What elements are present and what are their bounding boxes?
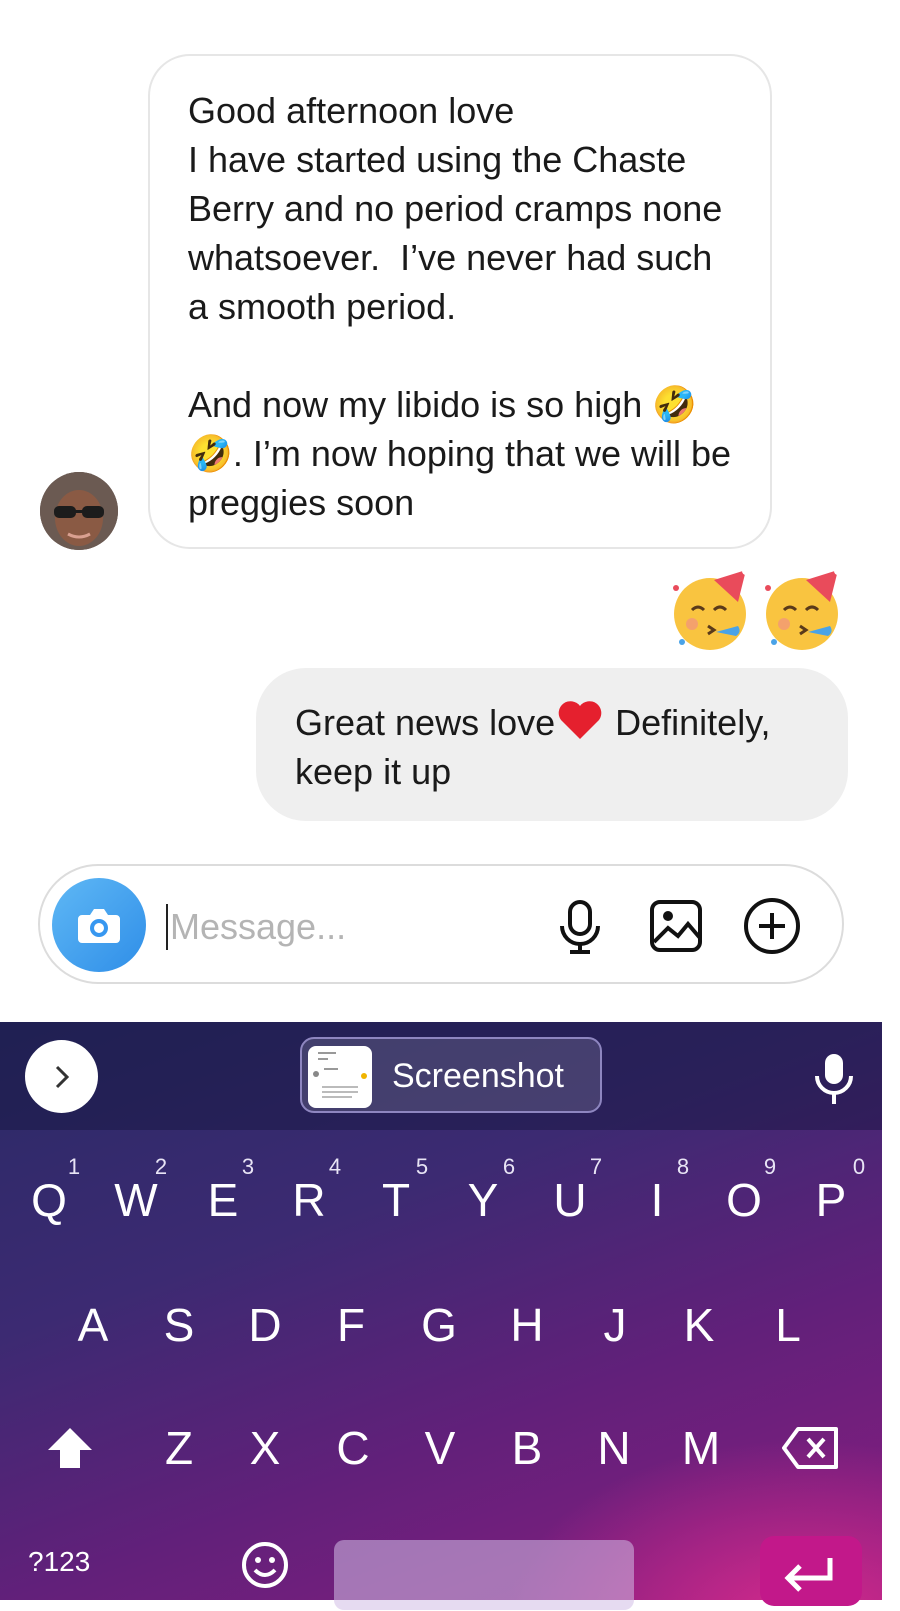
key-l[interactable]: L	[745, 1275, 831, 1375]
key-n[interactable]: N	[571, 1398, 657, 1498]
key-d[interactable]: D	[222, 1275, 308, 1375]
microphone-icon[interactable]	[550, 896, 610, 956]
key-hint-5: 5	[415, 1154, 429, 1179]
key-hint-0: 0	[852, 1154, 866, 1179]
camera-icon	[78, 909, 120, 943]
key-hint-8: 8	[676, 1154, 690, 1179]
key-x[interactable]: X	[222, 1398, 308, 1498]
key-f[interactable]: F	[308, 1275, 394, 1375]
key-hint-1: 1	[67, 1154, 81, 1179]
key-j[interactable]: J	[572, 1275, 658, 1375]
key-hint-3: 3	[241, 1154, 255, 1179]
partying-face-reaction-2[interactable]	[760, 568, 844, 652]
avatar-photo	[40, 472, 118, 550]
shift-key-icon[interactable]	[46, 1426, 94, 1470]
key-z[interactable]: Z	[136, 1398, 222, 1498]
screenshot-thumbnail	[308, 1046, 372, 1108]
key-k[interactable]: K	[656, 1275, 742, 1375]
chevron-right-icon	[55, 1065, 69, 1088]
key-hint-6: 6	[502, 1154, 516, 1179]
key-s[interactable]: S	[136, 1275, 222, 1375]
incoming-message-bubble[interactable]: Good afternoon love I have started using…	[148, 54, 772, 549]
screenshot-suggestion-chip[interactable]: Screenshot	[300, 1037, 602, 1113]
key-c[interactable]: C	[310, 1398, 396, 1498]
message-composer	[38, 864, 844, 984]
key-hint-9: 9	[763, 1154, 777, 1179]
expand-toolbar-button[interactable]	[25, 1040, 98, 1113]
camera-button[interactable]	[52, 878, 146, 972]
key-a[interactable]: A	[50, 1275, 136, 1375]
enter-key[interactable]	[760, 1536, 862, 1606]
message-input[interactable]	[168, 896, 532, 958]
key-hint-2: 2	[154, 1154, 168, 1179]
add-circle-icon[interactable]	[742, 896, 802, 956]
keyboard-toolbar: Screenshot	[0, 1022, 882, 1130]
suggestion-chip-label: Screenshot	[392, 1057, 564, 1095]
key-h[interactable]: H	[484, 1275, 570, 1375]
key-hint-4: 4	[328, 1154, 342, 1179]
outgoing-message-bubble[interactable]: Great news love Definitely, keep it up	[256, 668, 848, 821]
red-heart-icon	[558, 701, 602, 739]
key-hint-7: 7	[589, 1154, 603, 1179]
enter-arrow-icon	[784, 1558, 833, 1592]
voice-input-icon[interactable]	[812, 1052, 856, 1106]
key-b[interactable]: B	[484, 1398, 570, 1498]
emoji-key-icon[interactable]	[240, 1540, 290, 1590]
key-m[interactable]: M	[658, 1398, 744, 1498]
outgoing-message-text-start: Great news love	[295, 702, 556, 743]
sender-avatar[interactable]	[40, 472, 118, 550]
partying-face-reaction-1[interactable]	[668, 568, 752, 652]
key-v[interactable]: V	[397, 1398, 483, 1498]
symbols-key[interactable]: ?123	[28, 1546, 90, 1578]
backspace-key-icon[interactable]	[782, 1426, 840, 1470]
key-g[interactable]: G	[396, 1275, 482, 1375]
gallery-icon[interactable]	[646, 896, 706, 956]
